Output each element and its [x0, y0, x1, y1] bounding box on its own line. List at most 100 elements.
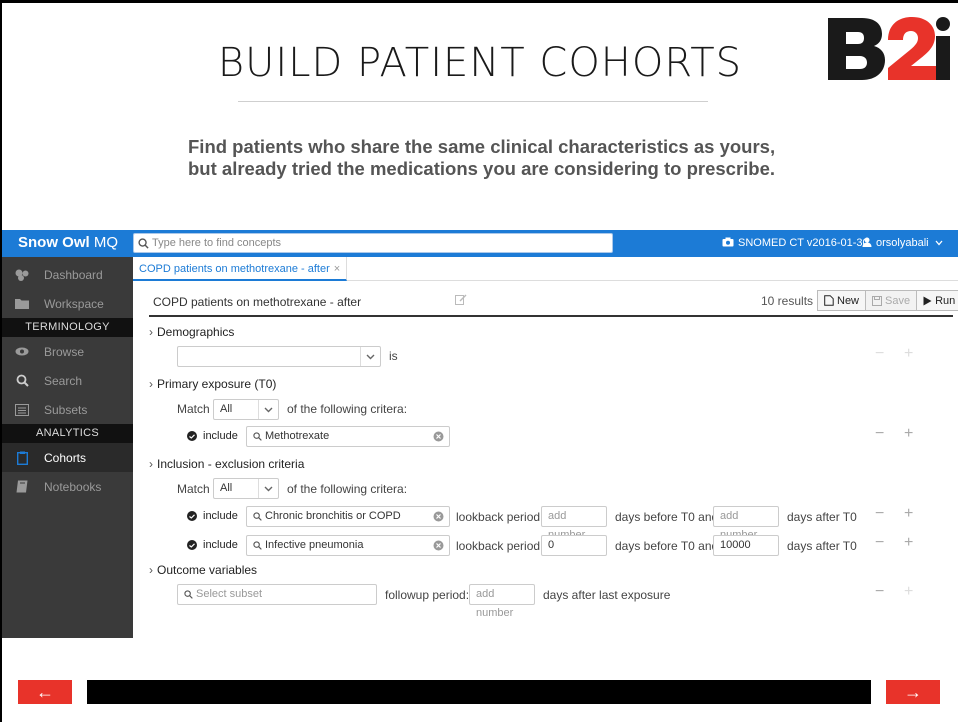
eye-icon [14, 345, 30, 359]
user-icon [862, 237, 872, 247]
days-before-label: days before T0 and [615, 510, 719, 524]
list-icon [14, 403, 30, 417]
chevron-down-icon [258, 400, 278, 419]
tab-label: COPD patients on methotrexane - after [139, 263, 330, 275]
version-text: SNOMED CT v2016-01-30 [738, 237, 869, 249]
sidebar-item-label: Workspace [44, 296, 104, 311]
terminology-version[interactable]: SNOMED CT v2016-01-30 [722, 237, 869, 249]
match-select[interactable]: All [213, 399, 279, 420]
followup-input[interactable]: add number [469, 584, 535, 619]
query-header: COPD patients on methotrexane - after 10… [149, 283, 958, 317]
include-toggle[interactable]: include [187, 539, 238, 551]
match-value: All [220, 403, 233, 415]
sidebar-item-subsets[interactable]: Subsets [2, 395, 133, 424]
b2i-logo [828, 17, 950, 80]
slide-progress-bar [87, 680, 871, 704]
sidebar-item-search[interactable]: Search [2, 366, 133, 395]
section-outcome-variables[interactable]: › Outcome variables [149, 563, 257, 577]
include-label: include [203, 539, 238, 551]
remove-button[interactable]: − [875, 505, 884, 523]
check-circle-icon [187, 540, 197, 550]
chevron-right-icon: › [149, 457, 153, 471]
lookback-label: lookback period: [456, 539, 544, 553]
dashboard-icon [14, 268, 30, 282]
add-button[interactable]: + [904, 583, 913, 601]
section-demographics[interactable]: › Demographics [149, 325, 234, 339]
criterion-concept-field[interactable]: Chronic bronchitis or COPD [246, 506, 450, 527]
query-name[interactable]: COPD patients on methotrexane - after [153, 295, 361, 309]
subset-select-field[interactable]: Select subset [177, 584, 377, 605]
app-brand[interactable]: Snow Owl MQ [18, 234, 118, 251]
check-circle-icon [187, 511, 197, 521]
add-button[interactable]: + [904, 345, 913, 363]
days-after-input[interactable]: add number [713, 506, 779, 541]
brand-suffix: MQ [89, 234, 119, 251]
remove-button[interactable]: − [875, 425, 884, 443]
clear-icon[interactable] [433, 511, 444, 522]
concept-value: Chronic bronchitis or COPD [265, 510, 401, 522]
criteria-label: of the following critera: [287, 402, 408, 416]
sidebar-item-cohorts[interactable]: Cohorts [2, 443, 133, 472]
include-toggle[interactable]: include [187, 510, 238, 522]
days-before-input[interactable]: 0 [541, 535, 607, 556]
clear-icon[interactable] [433, 540, 444, 551]
user-menu[interactable]: orsolyabali [862, 237, 943, 249]
chevron-right-icon: › [149, 377, 153, 391]
match-select[interactable]: All [213, 478, 279, 499]
chevron-down-icon [258, 479, 278, 498]
previous-slide-button[interactable]: ← [18, 680, 72, 704]
add-button[interactable]: + [904, 534, 913, 552]
sidebar-item-dashboard[interactable]: Dashboard [2, 260, 133, 289]
demographic-attribute-select[interactable] [177, 346, 381, 367]
sidebar-item-label: Browse [44, 344, 85, 359]
title-divider [238, 101, 708, 102]
sidebar-section-analytics: ANALYTICS [2, 424, 133, 443]
add-button[interactable]: + [904, 425, 913, 443]
concept-value: Infective pneumonia [265, 539, 364, 551]
slide-title: BUILD PATIENT COHORTS [217, 40, 743, 86]
sidebar-item-label: Cohorts [44, 450, 87, 465]
new-button[interactable]: New [817, 290, 867, 311]
remove-button[interactable]: − [875, 583, 884, 601]
days-after-label: days after T0 [787, 510, 857, 524]
concept-search[interactable] [133, 233, 613, 253]
top-bar: Snow Owl MQ SNOMED CT v2016-01-30 orsoly… [2, 230, 958, 257]
sidebar-section-terminology: TERMINOLOGY [2, 318, 133, 337]
edit-icon[interactable] [455, 294, 467, 305]
days-after-input[interactable]: 10000 [713, 535, 779, 556]
match-label: Match [177, 482, 210, 496]
concept-search-input[interactable] [152, 237, 607, 249]
save-button[interactable]: Save [866, 290, 918, 311]
add-button[interactable]: + [904, 505, 913, 523]
primary-concept-field[interactable]: Methotrexate [246, 426, 450, 447]
section-heading: Outcome variables [157, 563, 258, 577]
remove-button[interactable]: − [875, 534, 884, 552]
days-before-input[interactable]: add number [541, 506, 607, 541]
criterion-concept-field[interactable]: Infective pneumonia [246, 535, 450, 556]
close-icon[interactable]: × [334, 263, 340, 275]
remove-button[interactable]: − [875, 345, 884, 363]
section-inclusion-exclusion[interactable]: › Inclusion - exclusion criteria [149, 457, 304, 471]
run-button[interactable]: Run [917, 290, 958, 311]
sidebar: Dashboard Workspace TERMINOLOGY Browse S… [2, 257, 133, 638]
include-toggle[interactable]: include [187, 430, 238, 442]
concept-value: Methotrexate [265, 430, 330, 442]
search-icon [253, 511, 262, 521]
subset-placeholder: Select subset [196, 588, 263, 600]
followup-label: followup period: [385, 588, 470, 602]
tab-cohort-query[interactable]: COPD patients on methotrexane - after × [133, 257, 348, 281]
folder-icon [14, 297, 30, 311]
days-after-exposure-label: days after last exposure [543, 588, 671, 602]
user-name: orsolyabali [876, 237, 929, 249]
sidebar-item-workspace[interactable]: Workspace [2, 289, 133, 318]
save-icon [872, 295, 883, 306]
query-actions: New Save Run [817, 290, 958, 311]
camera-icon [722, 237, 734, 247]
sidebar-item-label: Subsets [44, 402, 88, 417]
sidebar-item-label: Notebooks [44, 479, 102, 494]
next-slide-button[interactable]: → [886, 680, 940, 704]
section-primary-exposure[interactable]: › Primary exposure (T0) [149, 377, 276, 391]
clear-icon[interactable] [433, 431, 444, 442]
sidebar-item-browse[interactable]: Browse [2, 337, 133, 366]
sidebar-item-notebooks[interactable]: Notebooks [2, 472, 133, 501]
